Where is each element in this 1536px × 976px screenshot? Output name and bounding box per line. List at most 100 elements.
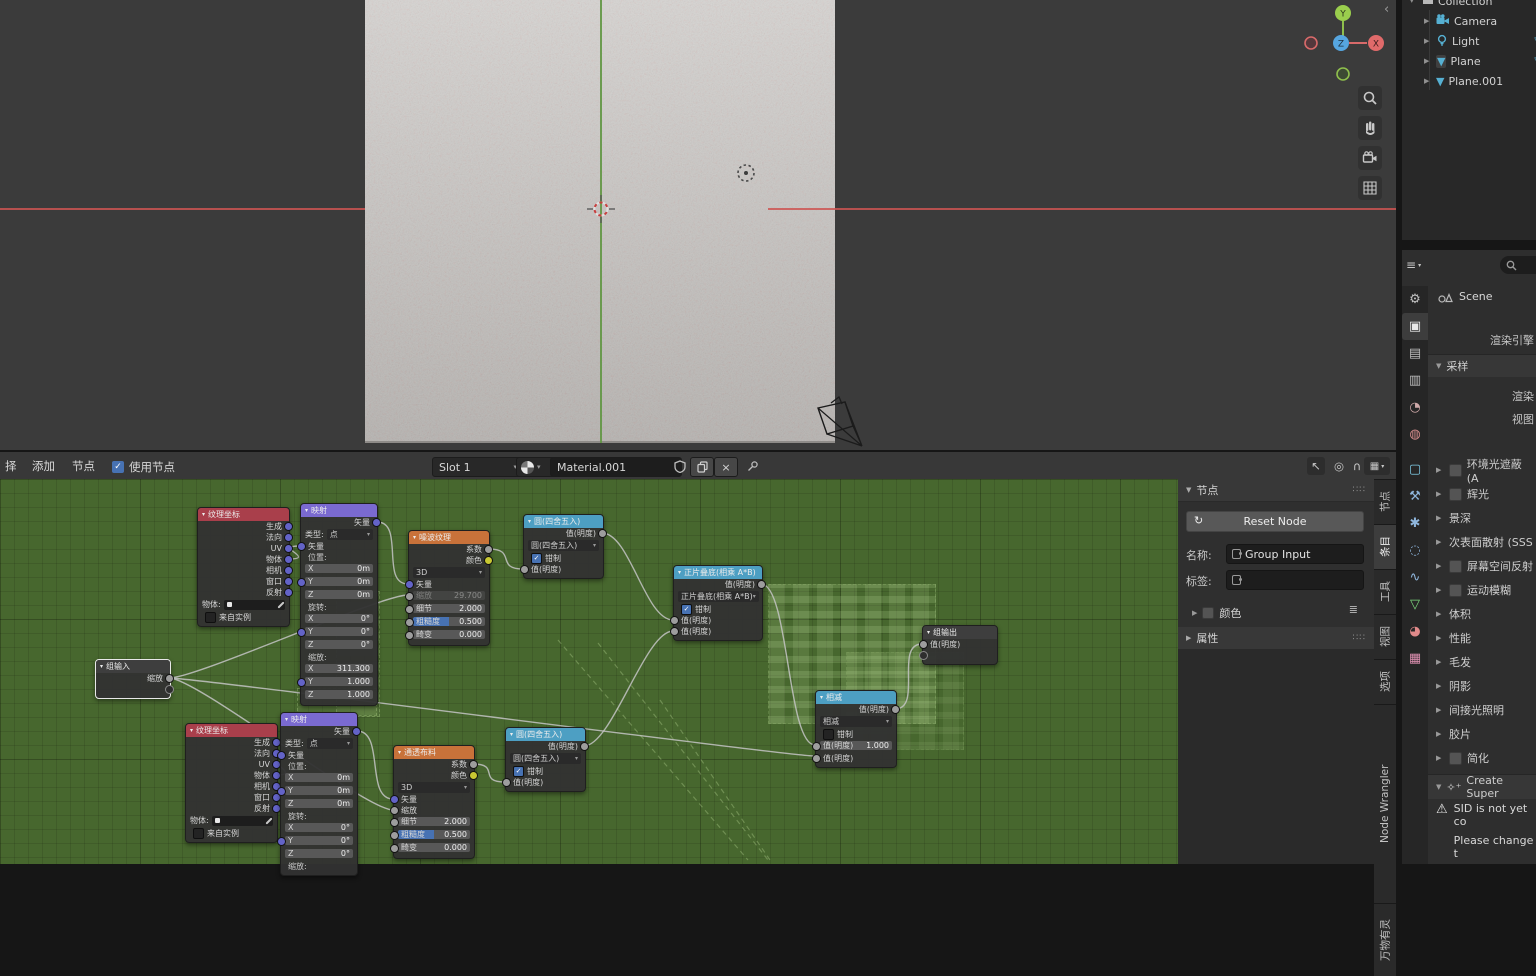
output-socket-row[interactable]: 矢量 [301, 517, 377, 528]
sidebar-tab-工具[interactable]: 工具 [1374, 569, 1396, 614]
checkbox-row[interactable]: 来自实例 [186, 827, 277, 839]
output-socket-row[interactable]: 窗口 [186, 792, 277, 803]
breadcrumb[interactable]: Scene [1438, 290, 1493, 303]
node-header[interactable]: ▾噪波纹理 [409, 531, 489, 544]
node-dropdown[interactable]: 正片叠底(相乘 A*B)▾ [674, 590, 762, 603]
proportional-edit-icon[interactable]: ◎ [1330, 457, 1348, 475]
section-checkbox[interactable] [1449, 464, 1462, 477]
node-dropdown[interactable]: 3D▾ [409, 566, 489, 579]
expand-arrow-icon[interactable]: ▶ [1436, 634, 1444, 642]
value-field[interactable]: X0° [281, 822, 357, 835]
region-collapse-arrow[interactable]: ‹ [1384, 2, 1389, 17]
value-socket[interactable] [812, 742, 821, 751]
value-field[interactable]: X311.300 [301, 663, 377, 676]
node-name-field[interactable]: Group Input [1226, 544, 1364, 564]
particles-properties-tab-icon[interactable]: ✱ [1402, 510, 1428, 537]
pin-icon[interactable] [744, 457, 762, 475]
node-header[interactable]: ▾通透布料 [394, 746, 474, 759]
output-socket-row[interactable]: UV [198, 543, 289, 554]
camera-gizmo[interactable] [805, 396, 875, 450]
node-header[interactable]: ▾正片叠底(相乘 A*B) [674, 566, 762, 579]
outliner-item-label[interactable]: Camera [1454, 15, 1497, 28]
value-socket[interactable] [598, 529, 607, 538]
checkbox-row[interactable]: ✓钳制 [524, 552, 603, 564]
expand-arrow-icon[interactable]: ▶ [1436, 610, 1444, 618]
value-socket[interactable] [405, 631, 414, 640]
tool-properties-tab-icon[interactable]: ⚙ [1402, 286, 1428, 313]
corner-arrow-icon[interactable]: ↖ [1307, 457, 1325, 475]
value-socket[interactable] [670, 627, 679, 636]
value-socket[interactable] [484, 545, 493, 554]
view-layer-properties-tab-icon[interactable]: ▥ [1402, 367, 1428, 394]
outliner-item-label[interactable]: Light [1452, 35, 1479, 48]
value-socket[interactable] [405, 618, 414, 627]
output-socket-row[interactable]: 反射 [198, 587, 289, 598]
expand-arrow-icon[interactable]: ▶ [1424, 17, 1432, 25]
checkbox-row[interactable]: 来自实例 [198, 611, 289, 623]
snap-target-dropdown[interactable]: ▦▾ [1364, 457, 1390, 475]
input-socket-row[interactable] [923, 650, 997, 661]
section-阴影[interactable]: ▶阴影 [1428, 674, 1536, 698]
material-slot-dropdown[interactable]: Slot 1▾ [432, 457, 524, 477]
vector-socket[interactable] [405, 580, 414, 589]
item-panel-header[interactable]: ▶ 属性 ∷∷ [1178, 627, 1374, 650]
node-label-field[interactable] [1226, 570, 1364, 590]
checkbox-icon[interactable] [823, 729, 834, 740]
checkbox-icon[interactable] [205, 612, 216, 623]
sidebar-tab-万物有灵[interactable]: 万物有灵 [1374, 903, 1396, 976]
node-header[interactable]: ▾纹理坐标 [198, 508, 289, 521]
menu-add[interactable]: 添加 [32, 458, 55, 474]
menu-select[interactable]: 择 [5, 458, 17, 474]
sidebar-tab-节点[interactable]: 节点 [1374, 479, 1396, 524]
drag-handle[interactable]: ∷∷ [1353, 633, 1366, 643]
expand-arrow-icon[interactable]: ▶ [1436, 754, 1444, 762]
output-socket-row[interactable]: 反射 [186, 803, 277, 814]
vector-socket[interactable] [277, 751, 286, 760]
value-field[interactable]: 值(明度)1.000 [816, 740, 896, 753]
vector-socket[interactable] [297, 578, 306, 587]
output-socket-row[interactable]: 矢量 [281, 726, 357, 737]
physics-properties-tab-icon[interactable]: ◌ [1402, 537, 1428, 564]
material-properties-tab-icon[interactable]: ◕ [1402, 618, 1428, 645]
value-socket[interactable] [390, 806, 399, 815]
value-socket[interactable] [757, 580, 766, 589]
constraints-properties-tab-icon[interactable]: ∿ [1402, 564, 1428, 591]
value-field[interactable]: Z0m [301, 589, 377, 602]
object-field[interactable]: 物体: [186, 814, 277, 827]
output-socket-row[interactable]: 相机 [186, 781, 277, 792]
vector-socket[interactable] [277, 787, 286, 796]
value-field[interactable]: Y0m [281, 785, 357, 798]
value-socket[interactable] [891, 705, 900, 714]
output-socket-row[interactable]: 生成 [198, 521, 289, 532]
presets-list-icon[interactable]: ≣ [1349, 603, 1358, 616]
value-socket[interactable] [580, 742, 589, 751]
section-checkbox[interactable] [1449, 488, 1462, 501]
editor-type-menu[interactable]: ≡▾ [1406, 258, 1421, 272]
zoom-icon[interactable] [1358, 86, 1382, 110]
checkbox-row[interactable]: ✓钳制 [674, 603, 762, 615]
color-socket[interactable] [469, 771, 478, 780]
output-socket-row[interactable]: 值(明度) [524, 528, 603, 539]
value-field[interactable]: 缩放29.700 [409, 590, 489, 603]
output-socket-row[interactable]: 值(明度) [816, 704, 896, 715]
virtual-socket[interactable] [165, 685, 174, 694]
node-header[interactable]: ▾圆(四舍五入) [506, 728, 585, 741]
node-dropdown[interactable]: 3D▾ [394, 781, 474, 794]
node-math-round-1[interactable]: ▾圆(四舍五入)值(明度)圆(四舍五入)▾✓钳制值(明度) [523, 514, 604, 579]
node-math-multiply[interactable]: ▾正片叠底(相乘 A*B)值(明度)正片叠底(相乘 A*B)▾✓钳制值(明度)值… [673, 565, 763, 641]
value-socket[interactable] [502, 778, 511, 787]
node-group-input[interactable]: ▾组输入缩放 [95, 659, 171, 699]
node-panel-header[interactable]: ▼ 节点 ∷∷ [1178, 479, 1374, 502]
modifiers-properties-tab-icon[interactable]: ⚒ [1402, 483, 1428, 510]
section-checkbox[interactable] [1449, 752, 1462, 765]
grid-ortho-icon[interactable] [1358, 176, 1382, 200]
value-field[interactable]: 粗糙度0.500 [409, 616, 489, 629]
vector-socket[interactable] [372, 518, 381, 527]
input-socket-row[interactable]: 值(明度) [923, 639, 997, 650]
value-field[interactable]: 细节2.000 [409, 603, 489, 616]
data-properties-tab-icon[interactable]: ▽ [1402, 591, 1428, 618]
vector-socket[interactable] [284, 566, 293, 575]
section-次表面散射SSS[interactable]: ▶次表面散射 (SSS [1428, 530, 1536, 554]
checkbox-row[interactable]: ✓钳制 [506, 765, 585, 777]
output-socket-row[interactable]: 值(明度) [506, 741, 585, 752]
